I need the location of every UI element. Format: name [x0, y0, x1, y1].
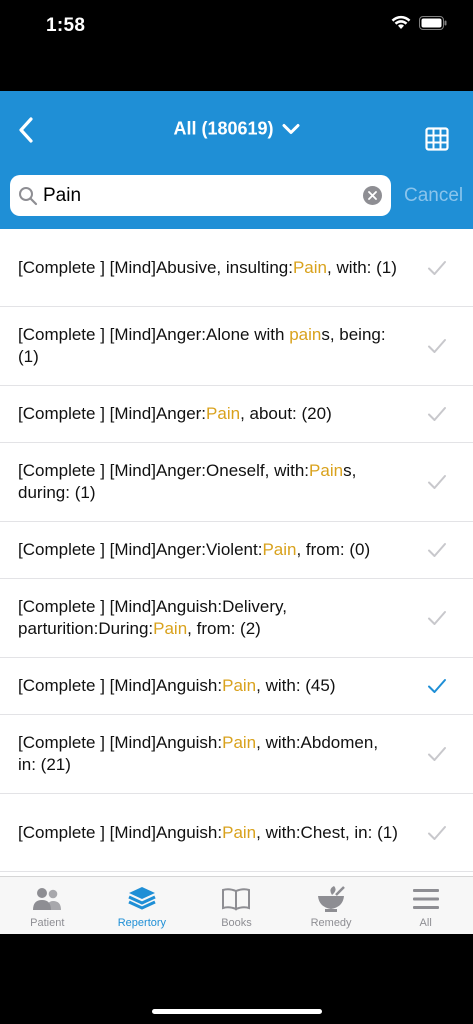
checkmark-icon[interactable]: [427, 678, 447, 694]
result-text: [Complete ] [Mind]Anger:Oneself, with:Pa…: [0, 460, 400, 504]
result-text-segment: [Complete ] [Mind]Anger:Violent:: [18, 540, 263, 559]
checkmark-icon[interactable]: [427, 406, 447, 422]
clear-search-button[interactable]: [363, 186, 382, 205]
result-row[interactable]: [Complete ] [Mind]Anger:Alone with pains…: [0, 307, 473, 386]
result-row[interactable]: [Complete ] [Mind]Anguish:Pain, with:Abd…: [0, 715, 473, 794]
checkmark-icon[interactable]: [427, 610, 447, 626]
result-text-segment: [Complete ] [Mind]Abusive, insulting:: [18, 257, 293, 277]
grid-icon: [425, 127, 449, 151]
status-icons: [391, 15, 447, 30]
tab-bar: Patient Repertory Books Remedy All: [0, 876, 473, 934]
result-text: [Complete ] [Mind]Anger:Pain, about: (20…: [0, 403, 400, 425]
result-text: [Complete ] [Mind]Anguish:Pain, with:Che…: [0, 822, 400, 844]
menu-icon: [411, 885, 441, 913]
status-bar: 1:58: [0, 0, 473, 50]
result-text-segment: , about: (20): [240, 404, 332, 423]
search-match-highlight: Pain: [206, 404, 241, 423]
result-text: [Complete ] [Mind]Anger:Violent:Pain, fr…: [0, 539, 400, 561]
tab-patient[interactable]: Patient: [0, 877, 95, 934]
result-text-segment: [Complete ] [Mind]Anguish:: [18, 733, 223, 752]
result-text: [Complete ] [Mind]Abusive, insulting:Pai…: [0, 257, 400, 279]
chevron-down-icon: [282, 123, 300, 134]
result-text-segment: [Complete ] [Mind]Anger:Oneself, with:: [18, 461, 310, 480]
search-match-highlight: pain: [289, 325, 322, 344]
result-text: [Complete ] [Mind]Anguish:Pain, with:Abd…: [0, 732, 400, 776]
search-match-highlight: Pain: [292, 257, 327, 277]
search-match-highlight: Pain: [222, 822, 257, 842]
patient-icon: [32, 885, 62, 913]
category-selector[interactable]: All (180619): [0, 119, 473, 140]
tab-label: Patient: [30, 917, 65, 929]
result-text-segment: , with: (1): [327, 257, 397, 277]
checkmark-icon[interactable]: [427, 260, 447, 276]
checkmark-icon[interactable]: [427, 746, 447, 762]
checkmark-icon[interactable]: [427, 338, 447, 354]
cancel-button[interactable]: Cancel: [404, 185, 463, 207]
remedy-icon: [316, 885, 346, 913]
tab-label: Remedy: [310, 917, 352, 929]
result-row[interactable]: [Complete ] [Mind]Anguish:Pain, with:Che…: [0, 794, 473, 872]
tab-repertory[interactable]: Repertory: [95, 877, 190, 934]
result-text-segment: , with:Chest, in: (1): [256, 822, 398, 842]
search-icon: [19, 187, 38, 206]
result-text-segment: [Complete ] [Mind]Anguish:: [18, 676, 223, 695]
battery-icon: [419, 15, 447, 30]
search-match-highlight: Pain: [262, 540, 297, 559]
search-match-highlight: Pain: [153, 619, 188, 638]
tab-label: All: [419, 917, 432, 929]
repertory-icon: [127, 885, 157, 913]
nav-title: All (180619): [173, 118, 274, 139]
result-text-segment: [Complete ] [Mind]Anger:Alone with: [18, 325, 290, 344]
search-match-highlight: Pain: [222, 733, 257, 752]
result-row[interactable]: [Complete ] [Mind]Anger:Violent:Pain, fr…: [0, 522, 473, 579]
checkmark-icon[interactable]: [427, 825, 447, 841]
result-text: [Complete ] [Mind]Anger:Alone with pains…: [0, 324, 400, 368]
search-field[interactable]: [10, 175, 391, 216]
result-row[interactable]: [Complete ] [Mind]Anger:Pain, about: (20…: [0, 386, 473, 443]
result-text: [Complete ] [Mind]Anguish:Pain, with: (4…: [0, 675, 400, 697]
wifi-icon: [391, 15, 411, 29]
search-input[interactable]: [43, 175, 353, 216]
result-row[interactable]: [Complete ] [Mind]Anguish:Pain, with: (4…: [0, 658, 473, 715]
close-icon: [368, 191, 377, 200]
checkmark-icon[interactable]: [427, 474, 447, 490]
status-time: 1:58: [46, 15, 86, 36]
search-match-highlight: Pain: [309, 461, 344, 480]
tab-remedy[interactable]: Remedy: [284, 877, 379, 934]
result-row[interactable]: [Complete ] [Mind]Anguish:Delivery, part…: [0, 579, 473, 658]
search-match-highlight: Pain: [222, 676, 257, 695]
results-list[interactable]: [Complete ] [Mind]Abusive, insulting:Pai…: [0, 229, 473, 876]
result-row[interactable]: [Complete ] [Mind]Anger:Oneself, with:Pa…: [0, 443, 473, 522]
checkmark-icon[interactable]: [427, 542, 447, 558]
tab-all[interactable]: All: [378, 877, 473, 934]
result-text-segment: , with: (45): [256, 676, 336, 695]
tab-label: Repertory: [117, 917, 167, 929]
result-text-segment: , from: (0): [296, 540, 371, 559]
result-text: [Complete ] [Mind]Anguish:Delivery, part…: [0, 596, 400, 640]
home-indicator: [152, 1009, 322, 1014]
result-text-segment: , from: (2): [187, 619, 261, 638]
grid-view-button[interactable]: [425, 127, 449, 151]
result-text-segment: [Complete ] [Mind]Anguish:: [18, 822, 223, 842]
result-row[interactable]: [Complete ] [Mind]Abusive, insulting:Pai…: [0, 229, 473, 307]
nav-bar: All (180619): [0, 91, 473, 165]
result-text-segment: [Complete ] [Mind]Anger:: [18, 404, 207, 423]
search-bar: Cancel: [0, 165, 473, 229]
tab-books[interactable]: Books: [189, 877, 284, 934]
tab-label: Books: [221, 917, 252, 929]
books-icon: [221, 885, 251, 913]
